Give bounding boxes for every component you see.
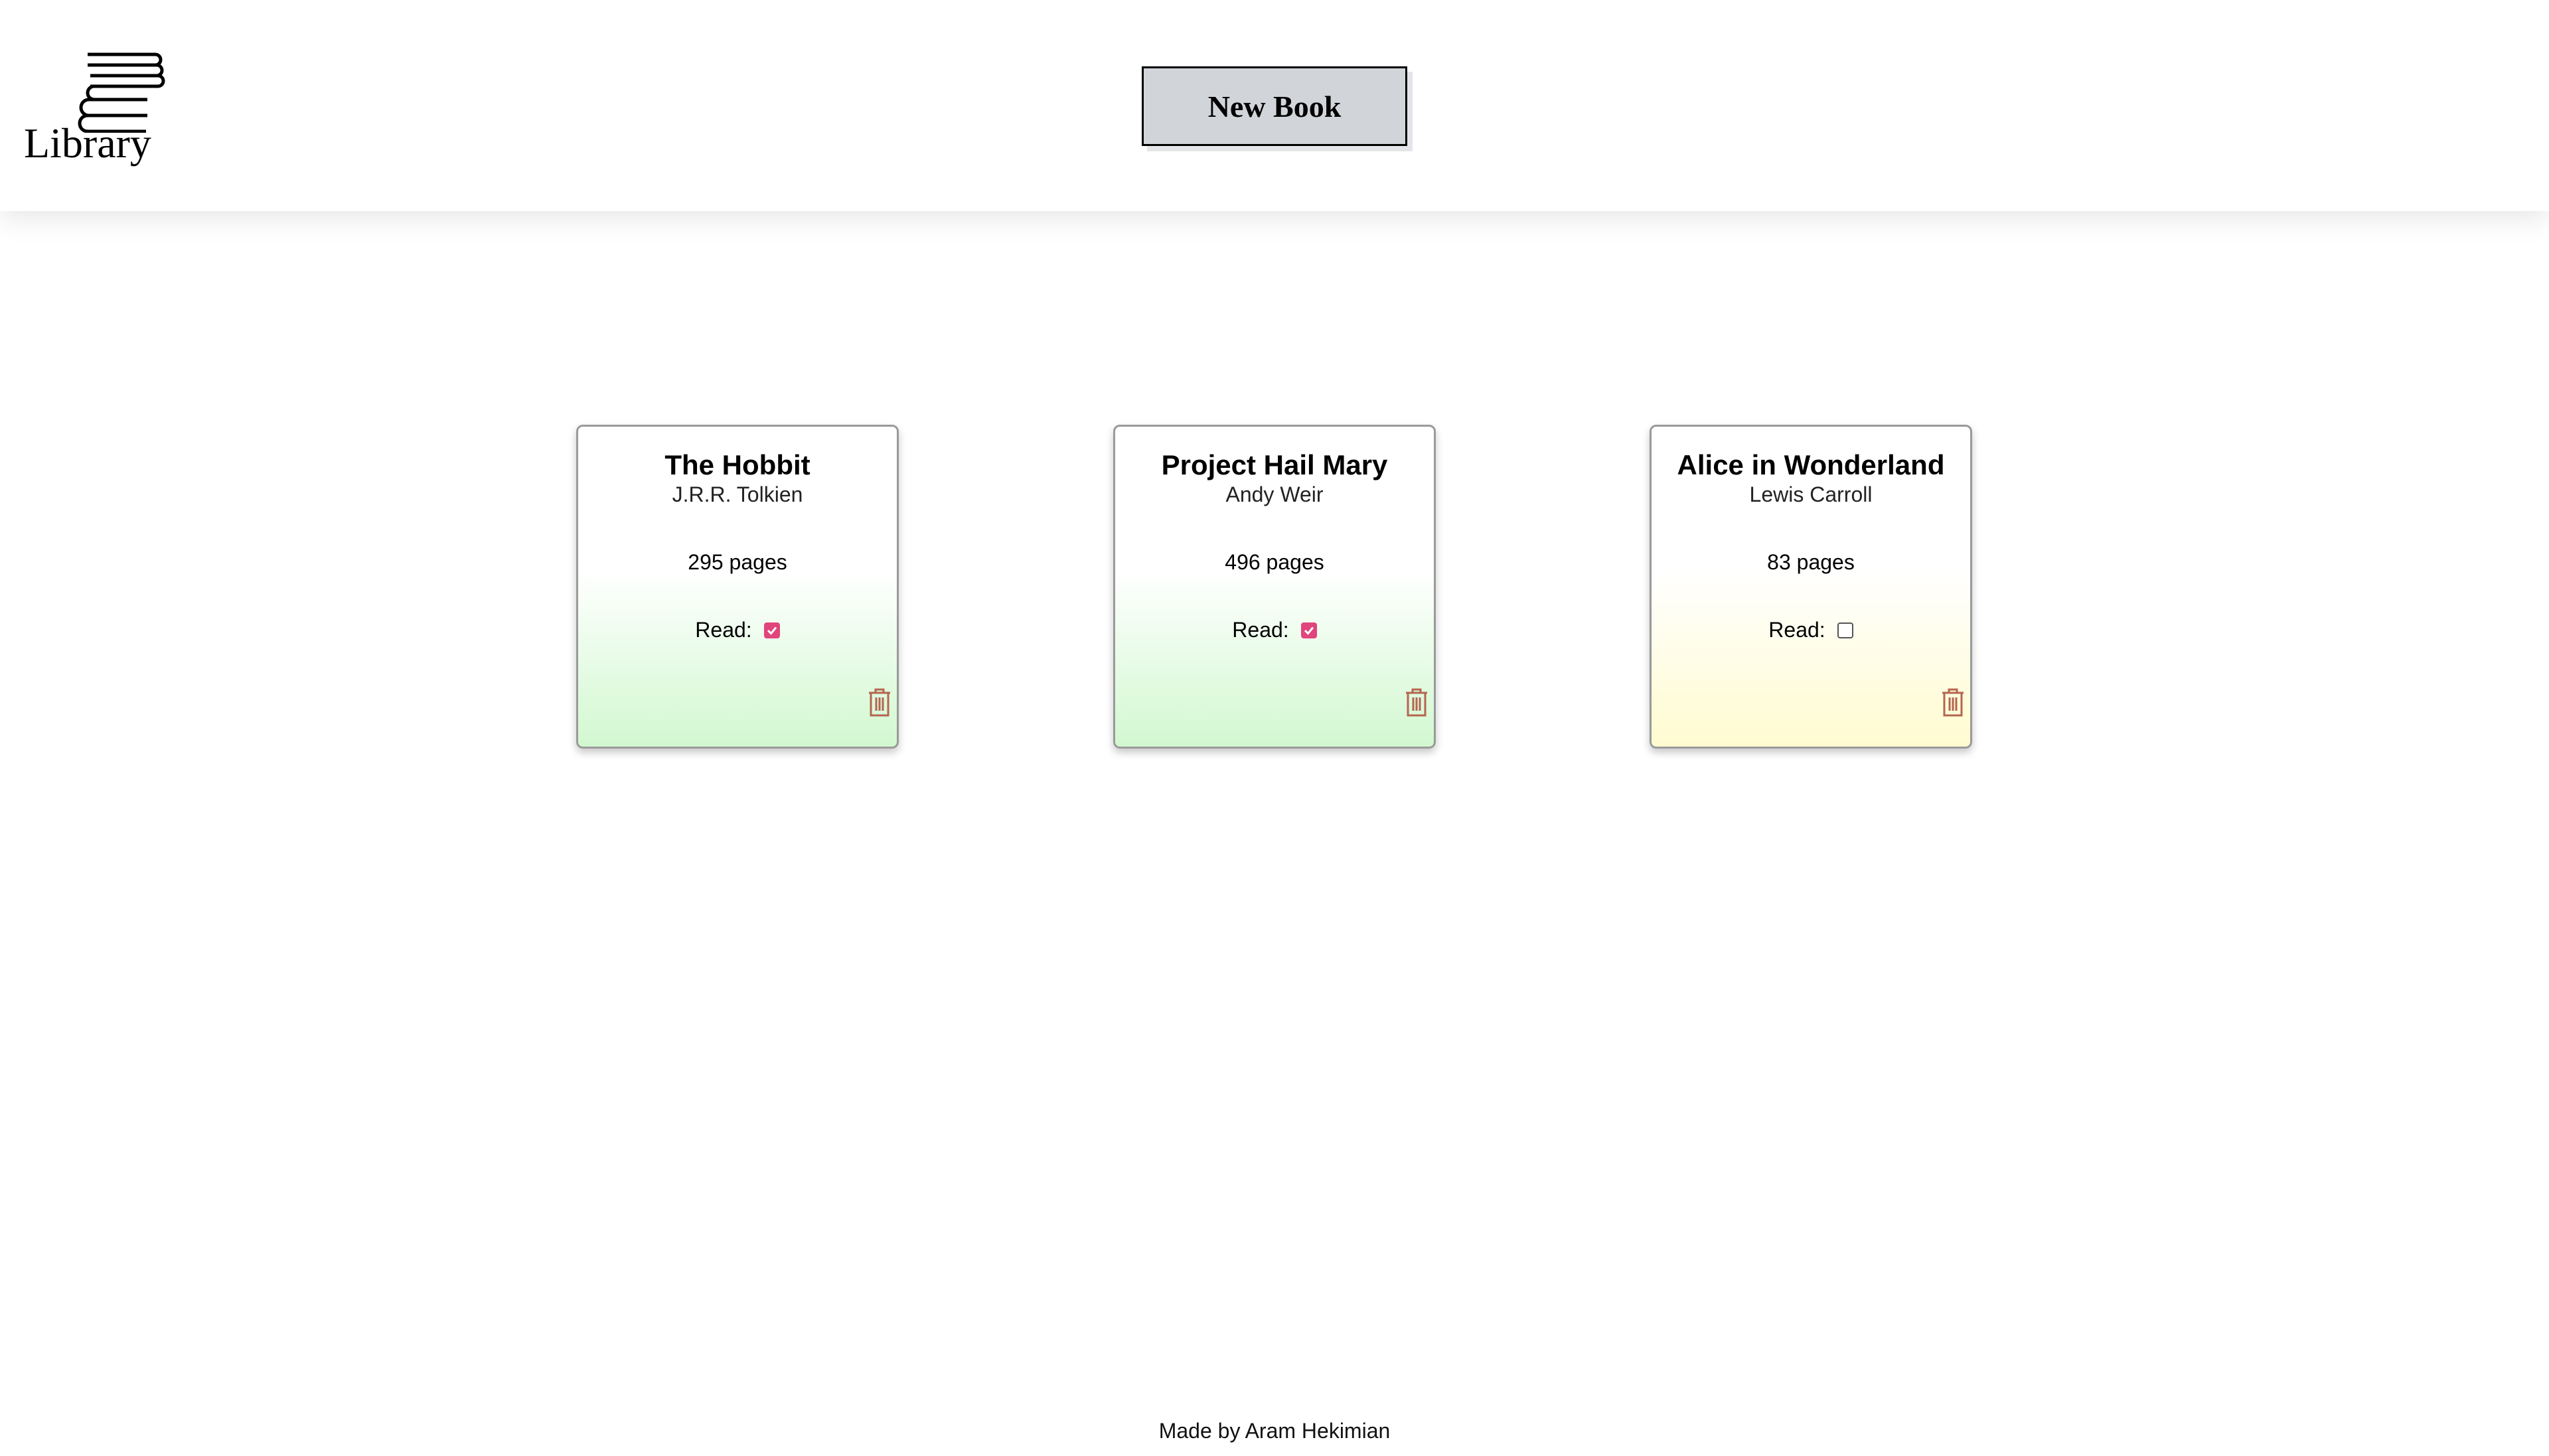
book-title: Alice in Wonderland <box>1677 449 1945 480</box>
logo-text: Library <box>24 119 151 167</box>
read-label: Read: <box>695 618 752 642</box>
book-author: Andy Weir <box>1225 482 1324 506</box>
book-title: Project Hail Mary <box>1161 449 1388 480</box>
book-card: Alice in Wonderland Lewis Carroll 83 pag… <box>1650 425 1972 749</box>
check-icon <box>767 626 777 635</box>
read-label: Read: <box>1232 618 1289 642</box>
book-author: J.R.R. Tolkien <box>672 482 803 506</box>
footer-credit: Made by Aram Hekimian <box>1158 1419 1391 1443</box>
trash-icon[interactable] <box>1403 687 1430 717</box>
new-book-button[interactable]: New Book <box>1142 66 1407 146</box>
book-title: The Hobbit <box>664 449 811 480</box>
header: Library New Book <box>0 0 2549 211</box>
check-icon <box>1304 626 1314 635</box>
trash-icon[interactable] <box>1940 687 1966 717</box>
book-pages: 295 pages <box>688 550 787 574</box>
read-row: Read: <box>578 618 897 642</box>
read-row: Read: <box>1652 618 1970 642</box>
read-row: Read: <box>1115 618 1434 642</box>
book-card: The Hobbit J.R.R. Tolkien 295 pages Read… <box>576 425 899 749</box>
trash-icon[interactable] <box>866 687 893 717</box>
read-checkbox[interactable] <box>763 622 780 638</box>
book-pages: 496 pages <box>1225 550 1324 574</box>
read-label: Read: <box>1768 618 1825 642</box>
read-checkbox[interactable] <box>1837 622 1853 638</box>
book-card: Project Hail Mary Andy Weir 496 pages Re… <box>1113 425 1436 749</box>
book-author: Lewis Carroll <box>1749 482 1873 506</box>
book-pages: 83 pages <box>1767 550 1855 574</box>
read-checkbox[interactable] <box>1300 622 1317 638</box>
library-logo: Library <box>24 50 165 170</box>
